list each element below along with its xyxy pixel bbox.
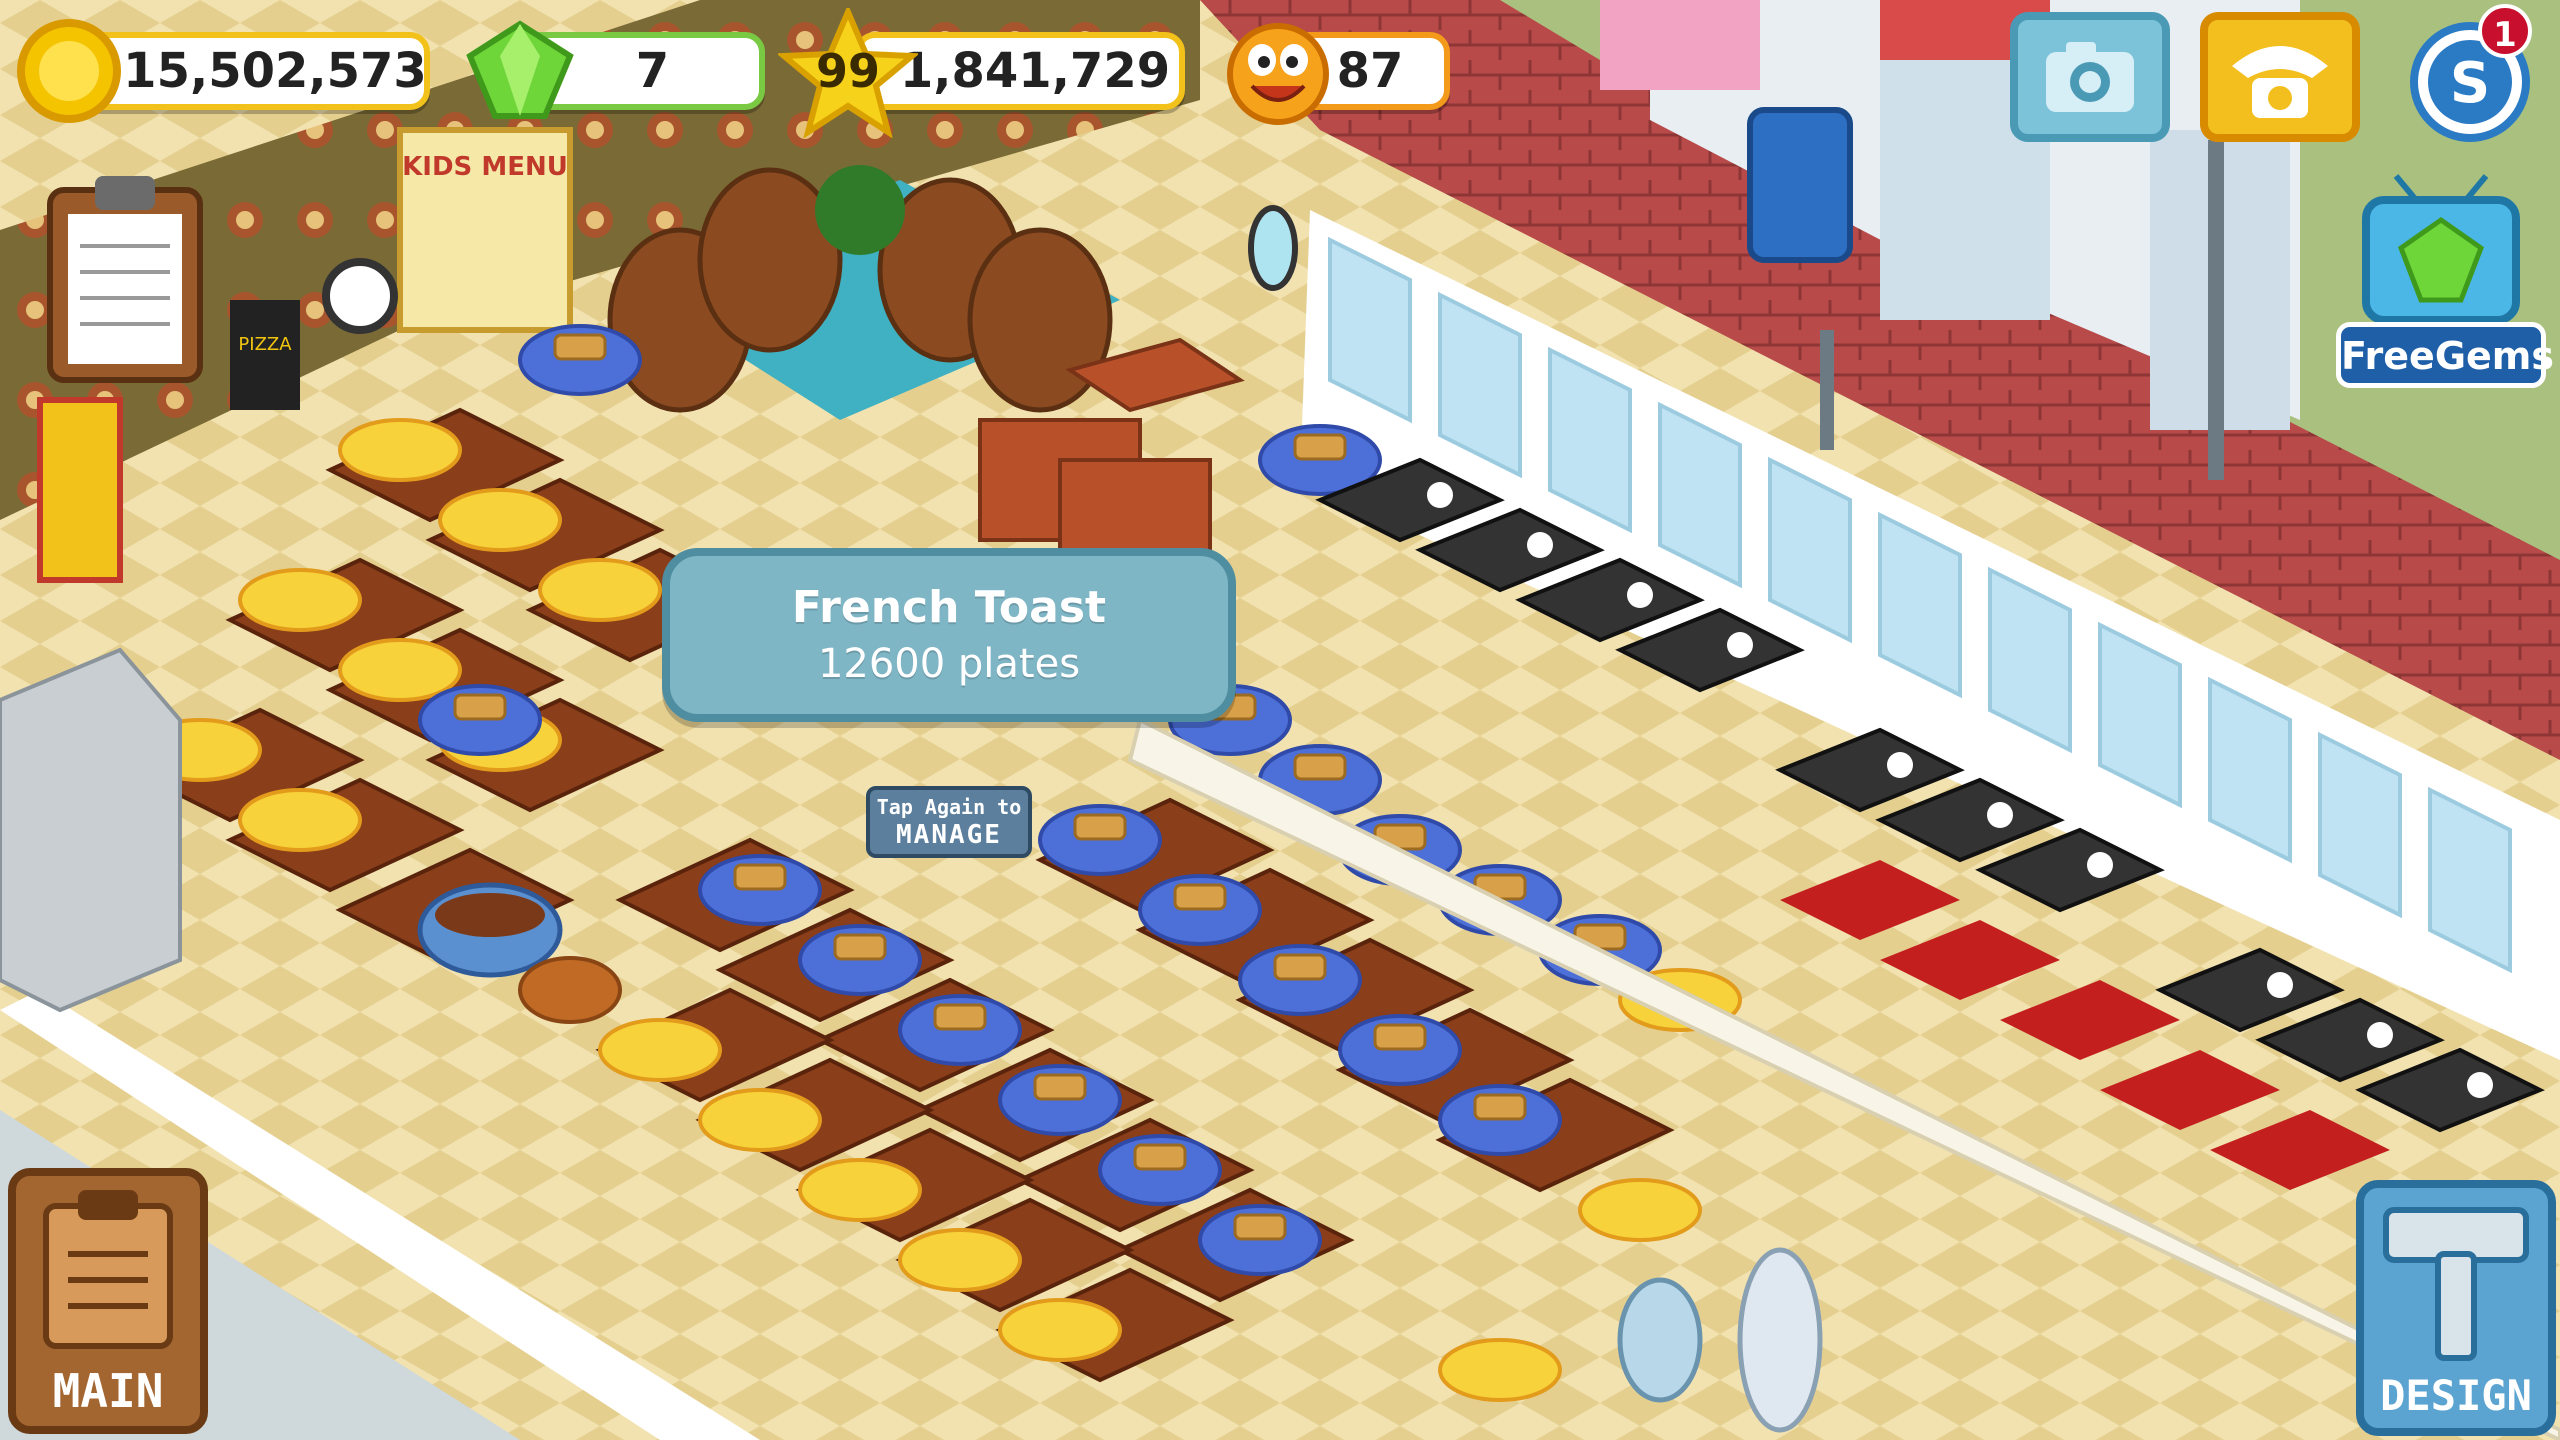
manage-hint-line2: MANAGE xyxy=(896,820,1002,850)
phone-icon xyxy=(2232,46,2328,118)
design-label: DESIGN xyxy=(2380,1371,2532,1420)
coin-icon xyxy=(14,16,124,126)
camera-icon xyxy=(2046,42,2134,112)
dish-tooltip: French Toast 12600 plates xyxy=(662,548,1236,722)
phone-button[interactable] xyxy=(2200,12,2360,142)
camera-button[interactable] xyxy=(2010,12,2170,142)
coins-counter: 15,502,573 xyxy=(80,32,430,110)
clipboard-icon xyxy=(43,1190,173,1349)
level-value: 99 xyxy=(815,44,880,98)
free-gems-label: FreeGems xyxy=(2336,322,2554,388)
xp-value: 1,841,729 xyxy=(899,43,1171,99)
hammer-icon xyxy=(2383,1207,2529,1361)
svg-text:S: S xyxy=(2450,51,2490,116)
svg-text:PIZZA: PIZZA xyxy=(238,334,292,355)
free-gems-button[interactable]: FreeGems xyxy=(2336,170,2554,400)
happiness-value: 87 xyxy=(1336,43,1404,99)
clipboard-icon xyxy=(47,176,203,383)
gems-value: 7 xyxy=(635,43,670,99)
social-badge: 1 xyxy=(2478,4,2532,58)
coins-value: 15,502,573 xyxy=(123,43,427,99)
design-button[interactable]: DESIGN xyxy=(2356,1180,2556,1436)
svg-text:KIDS MENU: KIDS MENU xyxy=(402,152,568,182)
tv-gem-icon xyxy=(2362,174,2520,324)
dish-plates: 12600 plates xyxy=(817,641,1081,687)
hud-bar: 15,502,573 7 1,841,729 99 87 xyxy=(0,0,2560,140)
main-label: MAIN xyxy=(52,1364,164,1418)
manage-hint-line1: Tap Again to xyxy=(876,795,1022,819)
happy-face-icon xyxy=(1222,18,1334,130)
manage-hint-button[interactable]: Tap Again to MANAGE xyxy=(866,786,1032,858)
order-clipboard-button[interactable] xyxy=(40,170,210,390)
main-button[interactable]: MAIN xyxy=(8,1168,208,1434)
gem-icon xyxy=(460,16,580,126)
dish-name: French Toast xyxy=(791,582,1107,633)
restaurant-scene: KIDS MENU PIZZA xyxy=(0,0,2560,1440)
